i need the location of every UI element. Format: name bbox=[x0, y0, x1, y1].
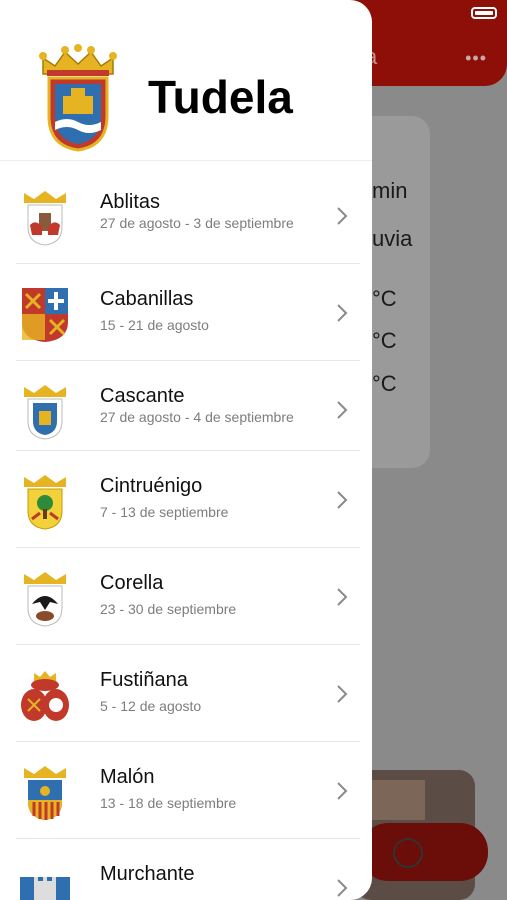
town-name: Malón bbox=[100, 766, 155, 788]
cintruenigo-crest-icon bbox=[24, 475, 66, 530]
fustinana-crest-icon bbox=[21, 671, 69, 721]
weather-line: uvia bbox=[372, 226, 413, 251]
town-festival-date: 27 de agosto - 4 de septiembre bbox=[100, 409, 294, 425]
town-festival-date: 15 - 21 de agosto bbox=[100, 317, 209, 333]
contact-fab[interactable] bbox=[360, 823, 488, 881]
cascante-crest-icon bbox=[24, 385, 66, 440]
town-name: Cascante bbox=[100, 385, 185, 407]
town-name: Fustiñana bbox=[100, 669, 188, 691]
cabanillas-crest-icon bbox=[22, 288, 68, 342]
town-festival-date: 5 - 12 de agosto bbox=[100, 698, 202, 714]
town-row-cintruenigo[interactable]: Cintruénigo 7 - 13 de septiembre bbox=[0, 451, 372, 548]
town-festival-date: 7 - 13 de septiembre bbox=[100, 504, 229, 520]
drawer-header: Tudela bbox=[0, 0, 372, 161]
weather-line: min bbox=[372, 178, 408, 203]
ablitas-crest-icon bbox=[24, 191, 66, 246]
chevron-right-icon bbox=[337, 401, 348, 419]
town-row-cascante[interactable]: Cascante 27 de agosto - 4 de septiembre bbox=[0, 361, 372, 451]
corella-crest-icon bbox=[24, 572, 66, 627]
chevron-right-icon bbox=[337, 207, 348, 225]
town-row-ablitas[interactable]: Ablitas 27 de agosto - 3 de septiembre bbox=[0, 167, 372, 264]
tudela-coat-of-arms-icon bbox=[39, 44, 117, 152]
chevron-right-icon bbox=[337, 879, 348, 897]
weather-line: °C bbox=[372, 286, 397, 311]
contact-globe-icon bbox=[393, 838, 423, 868]
chevron-right-icon bbox=[337, 491, 348, 509]
side-drawer: Tudela Ablitas 27 de agosto - 3 de septi… bbox=[0, 0, 372, 900]
town-list: Ablitas 27 de agosto - 3 de septiembre C… bbox=[0, 167, 372, 900]
town-row-cabanillas[interactable]: Cabanillas 15 - 21 de agosto bbox=[0, 264, 372, 361]
more-dots-icon[interactable]: ••• bbox=[465, 48, 487, 69]
drawer-title: Tudela bbox=[148, 71, 293, 123]
town-festival-date: 27 de agosto - 3 de septiembre bbox=[100, 215, 294, 231]
town-row-fustinana[interactable]: Fustiñana 5 - 12 de agosto bbox=[0, 645, 372, 742]
weather-line: °C bbox=[372, 328, 397, 353]
chevron-right-icon bbox=[337, 685, 348, 703]
town-name: Murchante bbox=[100, 863, 195, 885]
murchante-crest-icon bbox=[20, 877, 70, 900]
town-name: Cintruénigo bbox=[100, 475, 203, 497]
town-festival-date: 23 - 30 de septiembre bbox=[100, 601, 237, 617]
town-row-corella[interactable]: Corella 23 - 30 de septiembre bbox=[0, 548, 372, 645]
town-name: Ablitas bbox=[100, 191, 161, 213]
chevron-right-icon bbox=[337, 588, 348, 606]
chevron-right-icon bbox=[337, 782, 348, 800]
town-row-malon[interactable]: Malón 13 - 18 de septiembre bbox=[0, 742, 372, 839]
weather-line: °C bbox=[372, 371, 397, 396]
town-name: Corella bbox=[100, 572, 164, 594]
town-row-murchante[interactable]: Murchante bbox=[0, 839, 372, 900]
town-name: Cabanillas bbox=[100, 288, 194, 310]
battery-icon bbox=[471, 7, 497, 19]
chevron-right-icon bbox=[337, 304, 348, 322]
town-festival-date: 13 - 18 de septiembre bbox=[100, 795, 237, 811]
malon-crest-icon bbox=[24, 766, 66, 820]
